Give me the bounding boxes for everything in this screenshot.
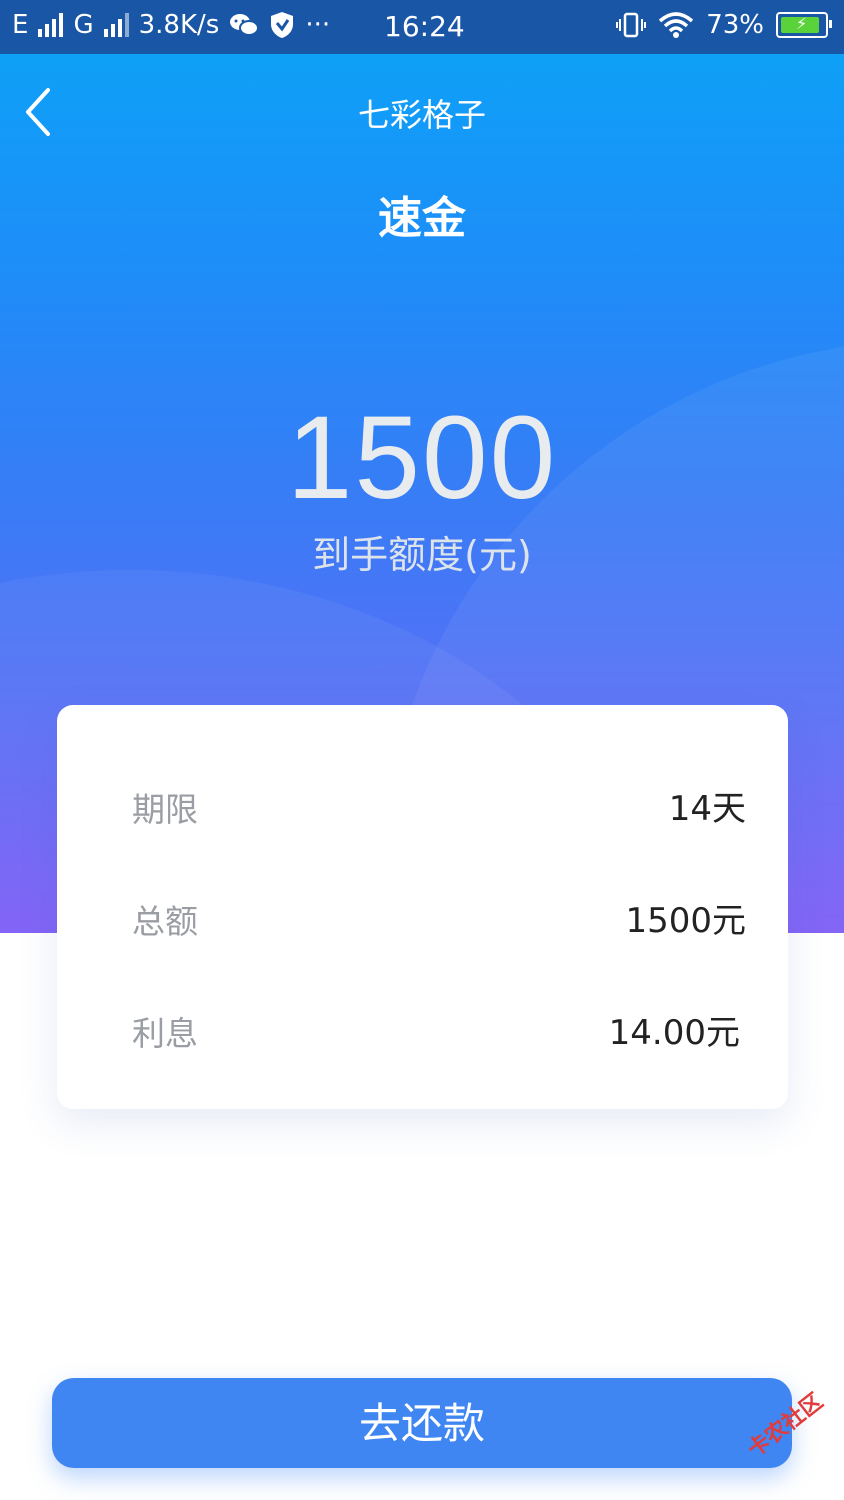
signal-icon <box>103 13 129 37</box>
product-name: 速金 <box>378 193 466 244</box>
credit-amount: 1500 <box>286 392 558 524</box>
detail-value: 1500元 <box>625 901 746 941</box>
page-title: 七彩格子 <box>357 96 486 134</box>
status-bar: E G 3.8K/s ··· 16:24 73% ⚡ <box>0 0 844 54</box>
carrier-1-label: E <box>12 10 29 40</box>
network-speed: 3.8K/s <box>138 10 220 40</box>
detail-value: 14天 <box>668 789 746 829</box>
detail-label: 利息 <box>132 1014 198 1053</box>
detail-row-term: 期限 14天 <box>57 775 788 835</box>
clock: 16:24 <box>384 10 465 43</box>
status-left: E G 3.8K/s ··· <box>12 10 330 40</box>
wifi-icon <box>659 12 694 38</box>
battery-percent: 73% <box>706 10 764 40</box>
credit-amount-label: 到手额度(元) <box>312 533 532 577</box>
more-dots-icon: ··· <box>305 10 331 40</box>
shield-icon <box>271 12 294 38</box>
detail-value: 14.00元 <box>608 1013 740 1053</box>
vibrate-icon <box>616 12 647 38</box>
detail-row-total: 总额 1500元 <box>57 887 788 947</box>
detail-row-interest: 利息 14.00元 <box>57 999 788 1059</box>
detail-label: 期限 <box>132 790 198 829</box>
nav-bar: 七彩格子 <box>0 54 844 170</box>
detail-label: 总额 <box>132 902 198 941</box>
signal-icon <box>38 13 64 37</box>
battery-icon: ⚡ <box>776 12 832 38</box>
carrier-2-label: G <box>73 10 94 40</box>
loan-details-card: 期限 14天 总额 1500元 利息 14.00元 <box>57 705 788 1109</box>
wechat-icon <box>230 14 260 36</box>
status-right: 73% ⚡ <box>616 10 832 40</box>
repay-button[interactable]: 去还款 <box>52 1378 792 1468</box>
